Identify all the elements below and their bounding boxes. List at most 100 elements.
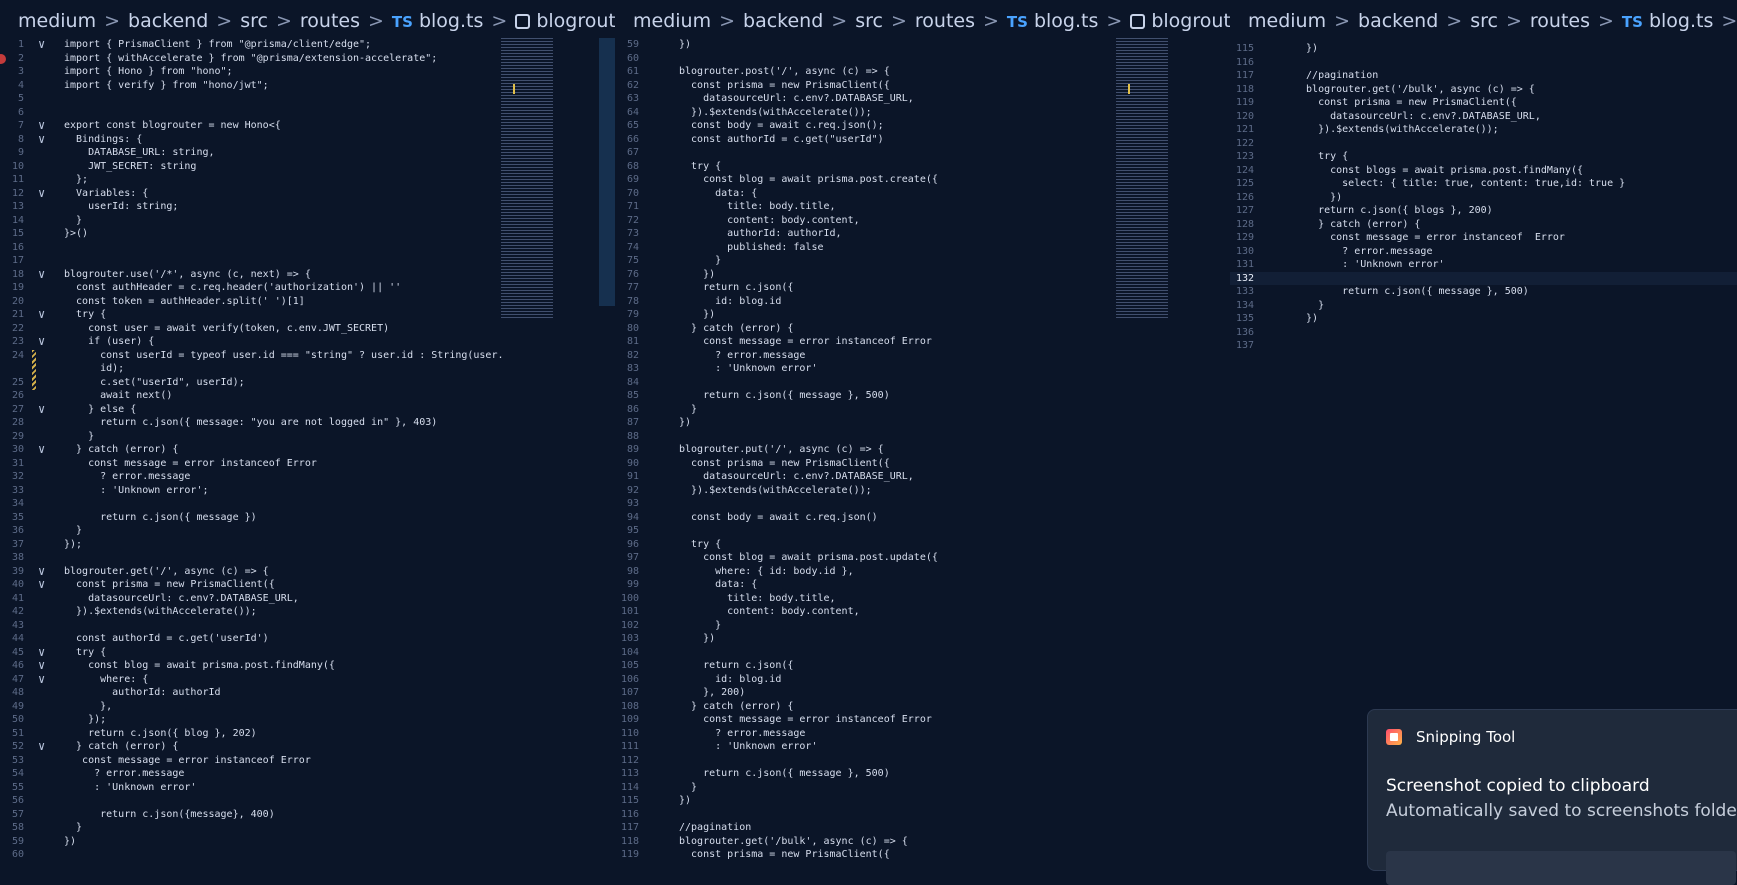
- code-text[interactable]: return c.json({ message }): [64, 511, 257, 525]
- code-text[interactable]: const prisma = new PrismaClient({: [679, 848, 890, 861]
- code-line[interactable]: 33 : 'Unknown error';: [0, 484, 615, 498]
- breadcrumb-folder-medium[interactable]: medium: [633, 10, 711, 32]
- code-text[interactable]: }: [64, 430, 94, 444]
- code-line[interactable]: 110 ? error.message: [615, 727, 1230, 741]
- snipping-tool-notification[interactable]: Snipping Tool ··· Screenshot copied to c…: [1367, 709, 1737, 885]
- code-text[interactable]: import { withAccelerate } from "@prisma/…: [64, 52, 437, 66]
- code-text[interactable]: const authorId = c.get("userId"): [679, 133, 884, 147]
- code-line[interactable]: 59}): [0, 835, 615, 849]
- code-text[interactable]: //pagination: [679, 821, 751, 835]
- code-line[interactable]: id);: [0, 362, 615, 376]
- code-line[interactable]: 85 return c.json({ message }, 500): [615, 389, 1230, 403]
- code-text[interactable]: return c.json({ blogs }, 200): [1294, 204, 1493, 218]
- code-text[interactable]: return c.json({: [679, 659, 793, 673]
- code-text[interactable]: const blogs = await prisma.post.findMany…: [1294, 164, 1583, 178]
- code-text[interactable]: try {: [64, 308, 106, 322]
- code-line[interactable]: 23 ∨ if (user) {: [0, 334, 615, 349]
- code-text[interactable]: }): [679, 794, 691, 808]
- code-line[interactable]: 115 }): [1230, 42, 1737, 56]
- code-text[interactable]: }: [1294, 299, 1324, 313]
- code-line[interactable]: 127 return c.json({ blogs }, 200): [1230, 204, 1737, 218]
- code-line[interactable]: 52 ∨ } catch (error) {: [0, 739, 615, 754]
- code-text[interactable]: }): [679, 632, 715, 646]
- breadcrumb-file[interactable]: blog.ts: [1034, 10, 1098, 32]
- code-text[interactable]: where: {: [64, 673, 148, 687]
- code-text[interactable]: return c.json({ message: "you are not lo…: [64, 416, 437, 430]
- fold-chevron-icon[interactable]: ∨: [38, 267, 45, 282]
- breadcrumb-folder-routes[interactable]: routes: [915, 10, 975, 32]
- code-line[interactable]: 84: [615, 376, 1230, 390]
- code-line[interactable]: 34: [0, 497, 615, 511]
- code-line[interactable]: 29 }: [0, 430, 615, 444]
- fold-chevron-icon[interactable]: ∨: [38, 186, 45, 201]
- code-line[interactable]: 56: [0, 794, 615, 808]
- breadcrumb-folder-src[interactable]: src: [855, 10, 883, 32]
- code-text[interactable]: const blog = await prisma.post.findMany(…: [64, 659, 335, 673]
- code-line[interactable]: 39 ∨ blogrouter.get('/', async (c) => {: [0, 564, 615, 579]
- code-text[interactable]: authorId: authorId,: [679, 227, 841, 241]
- code-line[interactable]: 32 ? error.message: [0, 470, 615, 484]
- code-text[interactable]: c.set("userId", userId);: [64, 376, 245, 390]
- code-text[interactable]: //pagination: [1294, 69, 1378, 83]
- code-text[interactable]: blogrouter.use('/*', async (c, next) => …: [64, 268, 311, 282]
- fold-chevron-icon[interactable]: ∨: [38, 645, 45, 660]
- code-text[interactable]: try {: [679, 538, 721, 552]
- code-text[interactable]: }: [679, 781, 697, 795]
- code-line[interactable]: 97 const blog = await prisma.post.update…: [615, 551, 1230, 565]
- code-text[interactable]: content: body.content,: [679, 605, 859, 619]
- code-line[interactable]: 107 }, 200): [615, 686, 1230, 700]
- breadcrumb-folder-routes[interactable]: routes: [300, 10, 360, 32]
- breadcrumb-folder-src[interactable]: src: [1470, 10, 1498, 32]
- code-text[interactable]: }: [679, 619, 721, 633]
- code-line[interactable]: 89 blogrouter.put('/', async (c) => {: [615, 443, 1230, 457]
- code-text[interactable]: : 'Unknown error';: [64, 484, 208, 498]
- code-text[interactable]: where: { id: body.id },: [679, 565, 854, 579]
- code-line[interactable]: 27 ∨ } else {: [0, 402, 615, 417]
- code-text[interactable]: const body = await c.req.json(): [679, 511, 878, 525]
- code-text[interactable]: }: [679, 403, 697, 417]
- code-text[interactable]: published: false: [679, 241, 823, 255]
- code-text[interactable]: Variables: {: [64, 187, 148, 201]
- code-text[interactable]: const prisma = new PrismaClient({: [679, 457, 890, 471]
- fold-chevron-icon[interactable]: ∨: [38, 577, 45, 592]
- code-line[interactable]: 48 authorId: authorId: [0, 686, 615, 700]
- code-text[interactable]: : 'Unknown error': [1294, 258, 1444, 272]
- code-line[interactable]: 81 const message = error instanceof Erro…: [615, 335, 1230, 349]
- code-line[interactable]: 35 return c.json({ message }): [0, 511, 615, 525]
- code-line[interactable]: 125 select: { title: true, content: true…: [1230, 177, 1737, 191]
- breadcrumb-folder-medium[interactable]: medium: [1248, 10, 1326, 32]
- code-text[interactable]: }): [1294, 42, 1318, 56]
- code-line[interactable]: 22 const user = await verify(token, c.en…: [0, 322, 615, 336]
- fold-chevron-icon[interactable]: ∨: [38, 307, 45, 322]
- code-line[interactable]: 117 //pagination: [615, 821, 1230, 835]
- fold-chevron-icon[interactable]: ∨: [38, 132, 45, 147]
- breadcrumb-folder-backend[interactable]: backend: [743, 10, 823, 32]
- code-line[interactable]: 132: [1230, 271, 1737, 285]
- code-text[interactable]: datasourceUrl: c.env?.DATABASE_URL,: [679, 470, 914, 484]
- code-line[interactable]: 113 return c.json({ message }, 500): [615, 767, 1230, 781]
- code-line[interactable]: 24 const userId = typeof user.id === "st…: [0, 349, 615, 363]
- breadcrumb-folder-routes[interactable]: routes: [1530, 10, 1590, 32]
- code-text[interactable]: ? error.message: [1294, 245, 1432, 259]
- code-text[interactable]: return c.json({ message }, 500): [679, 389, 890, 403]
- code-text[interactable]: blogrouter.post('/', async (c) => {: [679, 65, 890, 79]
- code-line[interactable]: 103 }): [615, 632, 1230, 646]
- code-line[interactable]: 25 c.set("userId", userId);: [0, 376, 615, 390]
- code-text[interactable]: return c.json({ message }, 500): [1294, 285, 1529, 299]
- code-line[interactable]: 114 }: [615, 781, 1230, 795]
- code-line[interactable]: 58 }: [0, 821, 615, 835]
- code-text[interactable]: const message = error instanceof Error: [64, 457, 317, 471]
- code-line[interactable]: 121 }).$extends(withAccelerate());: [1230, 123, 1737, 137]
- code-line[interactable]: 80 } catch (error) {: [615, 322, 1230, 336]
- code-text[interactable]: const message = error instanceof Error: [679, 335, 932, 349]
- code-text[interactable]: if (user) {: [64, 335, 154, 349]
- code-text[interactable]: import { verify } from "hono/jwt";: [64, 79, 269, 93]
- code-text[interactable]: });: [64, 538, 82, 552]
- code-line[interactable]: 126 }): [1230, 191, 1737, 205]
- code-text[interactable]: const userId = typeof user.id === "strin…: [64, 349, 503, 363]
- code-text[interactable]: const blog = await prisma.post.create({: [679, 173, 938, 187]
- fold-chevron-icon[interactable]: ∨: [38, 442, 45, 457]
- breadcrumb-folder-backend[interactable]: backend: [1358, 10, 1438, 32]
- code-line[interactable]: 54 ? error.message: [0, 767, 615, 781]
- code-text[interactable]: ? error.message: [679, 349, 805, 363]
